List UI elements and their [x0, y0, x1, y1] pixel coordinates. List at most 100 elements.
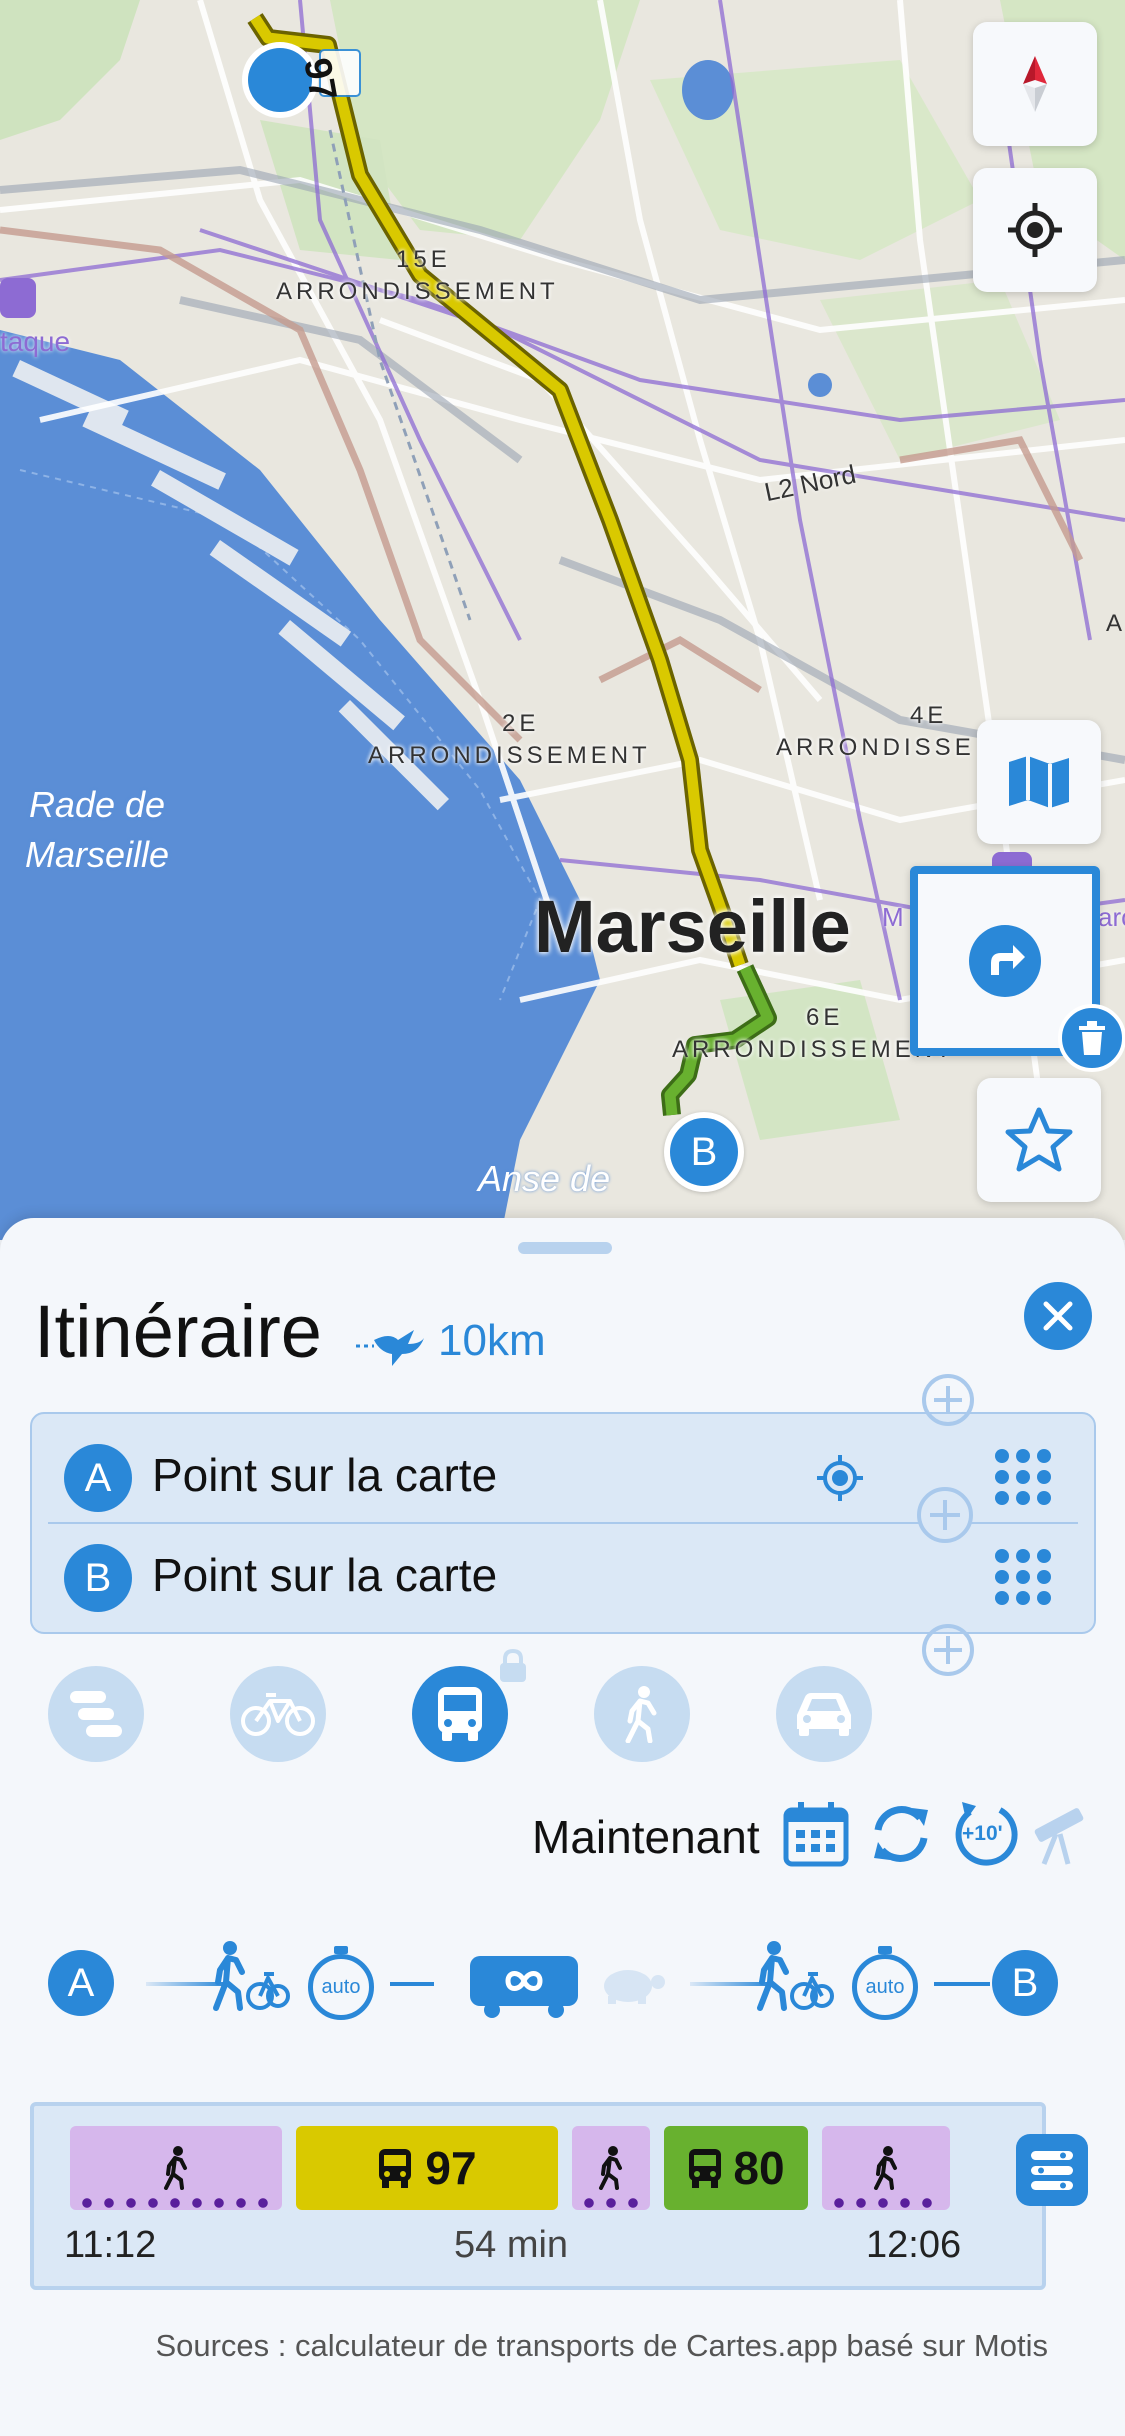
- refresh-icon[interactable]: [866, 1800, 936, 1868]
- mode-bicycle-button[interactable]: [230, 1666, 326, 1762]
- rade-de-marseille-label: Rade de Marseille: [12, 780, 182, 880]
- stopwatch-button: [878, 1946, 892, 1954]
- journey-segment-walk: [572, 2126, 650, 2210]
- mode-options-button[interactable]: [48, 1666, 144, 1762]
- compass-icon: [1023, 56, 1047, 112]
- close-icon: [1043, 1301, 1073, 1331]
- drag-handle-icon[interactable]: [992, 1446, 1054, 1508]
- metro-label-right: arc: [1098, 902, 1125, 932]
- destination-marker[interactable]: B: [664, 1112, 744, 1192]
- plus-ten-label: +10': [962, 1822, 1003, 1845]
- add-stop-before-icon[interactable]: [918, 1370, 978, 1430]
- bus-icon: [438, 1687, 482, 1741]
- walk-speed-auto-left[interactable]: auto: [306, 1946, 376, 2022]
- calendar-icon[interactable]: [782, 1800, 850, 1868]
- district-2-number: 2E: [502, 710, 540, 737]
- chain-end-marker: B: [992, 1950, 1058, 2016]
- journey-segment-bus-97: 97: [296, 2126, 558, 2210]
- star-icon: [1005, 1107, 1073, 1172]
- district-2-label: ARRONDISSEMENT: [368, 742, 651, 769]
- walk-icon: [874, 2146, 897, 2190]
- drag-handle-icon[interactable]: [992, 1546, 1054, 1608]
- map-view[interactable]: 97 15E ARRONDISSEMENT taque L2 Nord A 2E…: [0, 0, 1125, 1240]
- walk-speed-auto-right[interactable]: auto: [850, 1946, 920, 2022]
- sheet-title: Itinéraire: [34, 1290, 322, 1373]
- lock-icon: [500, 1648, 526, 1682]
- bus-97-label: 97: [425, 2142, 477, 2194]
- city-label: Marseille: [534, 885, 851, 968]
- journey-segment-walk: [822, 2126, 950, 2210]
- sources-text: Sources : calculateur de transports de C…: [155, 2328, 1048, 2363]
- map-style-button[interactable]: [977, 720, 1101, 844]
- screen: 97 15E ARRONDISSEMENT taque L2 Nord A 2E…: [0, 0, 1125, 2436]
- district-15-label: ARRONDISSEMENT: [276, 278, 559, 305]
- district-4-number: 4E: [910, 702, 948, 729]
- journey-segment-bus-80: 80: [664, 2126, 808, 2210]
- add-stop-after-icon[interactable]: [918, 1620, 978, 1680]
- waypoint-a-marker: A: [64, 1444, 132, 1512]
- auto-speed-right-label: auto: [852, 1954, 918, 2020]
- waypoint-a-label[interactable]: Point sur la carte: [152, 1448, 497, 1502]
- turtle-slow-icon[interactable]: [594, 1960, 668, 2006]
- directions-icon: [969, 925, 1041, 997]
- mode-car-button[interactable]: [776, 1666, 872, 1762]
- chain-start-marker: A: [48, 1950, 114, 2016]
- bus-80-label: 80: [733, 2142, 785, 2194]
- auto-speed-left-label: auto: [308, 1954, 374, 2020]
- bicycle-icon: [241, 1693, 315, 1736]
- distance-value: 10km: [438, 1316, 546, 1365]
- rade-label-line2: Marseille: [24, 834, 170, 875]
- rade-label-line1: Rade de: [28, 784, 166, 825]
- stopwatch-button: [334, 1946, 348, 1954]
- estaque-label: taque: [0, 326, 71, 357]
- waypoint-b-label[interactable]: Point sur la carte: [152, 1548, 497, 1602]
- walk-or-bike-icon: [213, 1941, 290, 2011]
- trash-icon: [1079, 1021, 1105, 1055]
- use-my-location-icon[interactable]: [814, 1452, 866, 1504]
- journey-segment-walk: [70, 2126, 282, 2210]
- journey-details-button[interactable]: [1016, 2134, 1088, 2206]
- details-list-icon: [1031, 2151, 1073, 2190]
- arrival-time: 12:06: [866, 2224, 962, 2266]
- walk-or-bike-icon: [757, 1941, 834, 2011]
- district-6-number: 6E: [806, 1004, 844, 1031]
- chain-line-4: [934, 1982, 990, 1986]
- mode-transit-button[interactable]: [412, 1666, 508, 1762]
- chain-line-2: [390, 1982, 434, 1986]
- map-layers-icon: [1009, 756, 1069, 808]
- waypoint-b-marker: B: [64, 1544, 132, 1612]
- journey-duration: 54 min: [454, 2224, 569, 2266]
- anse-label: Anse de: [478, 1158, 611, 1199]
- departure-time-label[interactable]: Maintenant: [532, 1810, 760, 1864]
- compass-button[interactable]: [973, 22, 1097, 146]
- telescope-icon[interactable]: [1028, 1800, 1090, 1866]
- bus-icon: [379, 2149, 412, 2188]
- filter-list-icon: [70, 1691, 122, 1737]
- walk-dots: [578, 2198, 644, 2208]
- district-4-label: ARRONDISSE: [776, 734, 975, 761]
- delete-route-button[interactable]: [1058, 1004, 1125, 1072]
- route-number-label: 97: [295, 54, 344, 104]
- bus-icon: [689, 2149, 722, 2188]
- locate-icon: [1008, 203, 1062, 257]
- destination-marker-letter: B: [670, 1118, 738, 1186]
- sheet-drag-handle[interactable]: [518, 1242, 612, 1254]
- plus-ten-minutes-button[interactable]: +10': [950, 1798, 1022, 1870]
- walk-dots: [828, 2198, 944, 2208]
- mode-walk-button[interactable]: [594, 1666, 690, 1762]
- walk-icon: [164, 2146, 187, 2190]
- walk-icon: [599, 2146, 622, 2190]
- bird-distance-icon: [356, 1330, 424, 1366]
- walk-dots: [76, 2198, 276, 2208]
- close-sheet-button[interactable]: [1024, 1282, 1092, 1350]
- walk-icon: [625, 1686, 657, 1743]
- transit-bus-icon: [470, 1956, 578, 2018]
- map-edge-label: A: [1106, 610, 1123, 637]
- district-15-number: 15E: [396, 246, 451, 273]
- favorite-button[interactable]: [977, 1078, 1101, 1202]
- car-icon: [797, 1693, 851, 1736]
- add-stop-between-icon[interactable]: [914, 1484, 976, 1546]
- locate-me-button[interactable]: [973, 168, 1097, 292]
- metro-label: M: [882, 902, 904, 932]
- departure-time: 11:12: [64, 2224, 157, 2266]
